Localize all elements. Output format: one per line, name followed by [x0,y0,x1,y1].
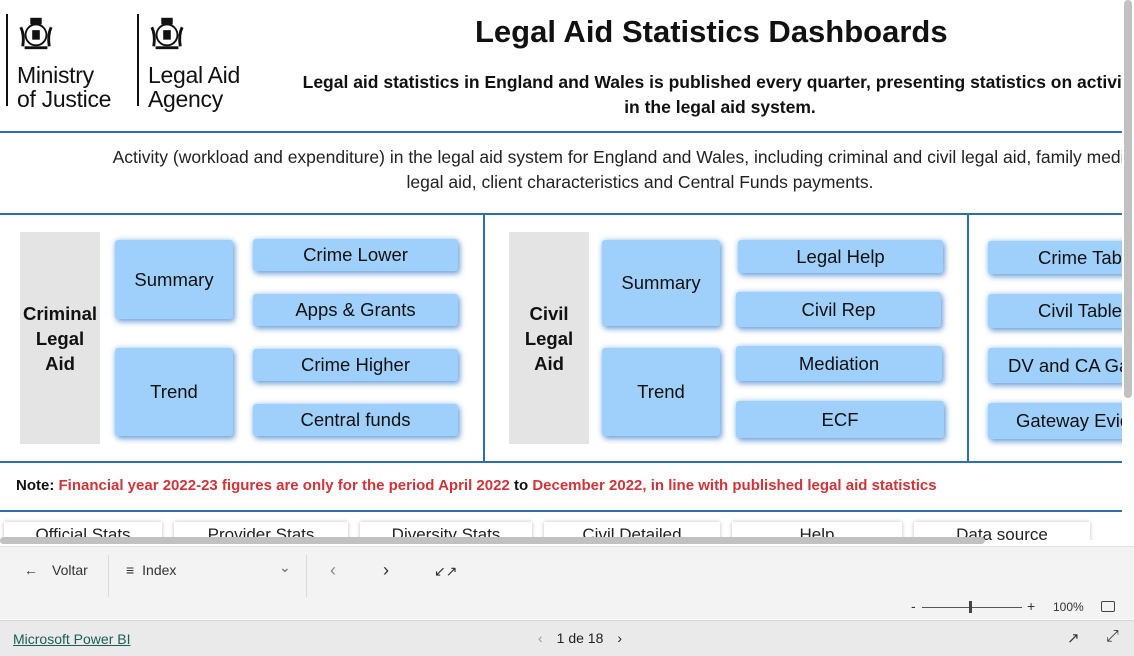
pager-next-icon[interactable]: › [617,630,622,646]
power-bi-link[interactable]: Microsoft Power BI [13,631,130,647]
description-line1: Activity (workload and expenditure) in t… [112,147,1122,167]
note-label: Note: [16,477,55,494]
civil-rep-button[interactable]: Civil Rep [736,292,941,327]
nav-separator [306,555,307,597]
ecf-button[interactable]: ECF [736,401,944,438]
page-subtitle: Legal aid statistics in England and Wale… [285,70,1122,120]
zoom-in-icon[interactable]: + [1027,598,1035,614]
criminal-label-line2: Legal [35,327,85,349]
criminal-label-line3: Aid [45,352,75,374]
description: Activity (workload and expenditure) in t… [20,145,1122,195]
moj-line1: Ministry [17,62,94,88]
zoom-bar: - + 100% [0,597,1134,619]
divider-tabs [0,510,1122,512]
list-icon: ≡ [126,562,135,578]
gateway-evidence-button[interactable]: Gateway Evidence [988,403,1122,439]
moj-logo: Ministry of Justice [6,14,111,111]
criminal-trend-button[interactable]: Trend [115,348,233,436]
pager-prev-icon[interactable]: ‹ [538,630,543,646]
apps-grants-button[interactable]: Apps & Grants [253,294,458,326]
page-indicator: 1 de 18 [556,630,604,646]
mediation-button[interactable]: Mediation [736,346,942,381]
divider-sections-bottom [0,461,1122,463]
index-label: Index [142,562,177,578]
crime-higher-button[interactable]: Crime Higher [253,349,458,381]
chevron-down-icon[interactable]: ⌄ [279,559,291,576]
footer: Microsoft Power BI ‹ 1 de 18 › ↗ ⤢ [0,620,1134,656]
vertical-scrollbar[interactable] [1124,0,1132,398]
nav-separator [108,555,109,597]
arrow-left-icon: ← [24,562,38,578]
civil-trend-button[interactable]: Trend [602,348,720,436]
civil-summary-button[interactable]: Summary [602,240,720,326]
legal-help-button[interactable]: Legal Help [738,240,943,273]
laa-line2: Agency [148,86,223,112]
civil-label-line1: Civil [529,302,569,324]
back-button[interactable]: ← Voltar [24,562,88,578]
zoom-out-icon[interactable]: - [911,598,916,614]
note-text-a: Financial year 2022-23 figures are only … [58,477,510,494]
back-label: Voltar [52,562,88,578]
criminal-label-line1: Criminal [22,302,98,324]
laa-line1: Legal Aid [148,62,240,88]
divider-criminal-civil [483,215,485,461]
criminal-legal-aid-label: Criminal Legal Aid [20,232,100,444]
crime-tables-button[interactable]: Crime Tables [988,241,1122,274]
civil-label-line2: Legal [524,327,574,349]
fit-to-page-icon[interactable] [1101,601,1115,612]
civil-tables-button[interactable]: Civil Tables [988,294,1122,328]
previous-page-icon[interactable]: ‹ [330,560,336,581]
note-text-b: December 2022, in line with published le… [532,477,937,494]
moj-line2: of Justice [17,86,112,112]
next-page-icon[interactable]: › [383,560,389,581]
navigation-bar: ← Voltar ≡ Index ⌄ ‹ › ↙↗ [0,546,1134,597]
collapse-icon[interactable]: ↙↗ [434,563,457,580]
civil-label-line3: Aid [534,352,564,374]
note: Note: Financial year 2022-23 figures are… [16,477,937,494]
royal-crest-icon [19,17,53,50]
central-funds-button[interactable]: Central funds [253,404,458,436]
report-canvas: Ministry of Justice Legal Aid Agency Leg… [0,0,1122,540]
pager: ‹ 1 de 18 › [538,630,622,646]
divider-sections-top [0,213,1122,215]
horizontal-scrollbar[interactable] [0,537,985,544]
index-dropdown[interactable]: ≡ Index [126,562,176,578]
crime-lower-button[interactable]: Crime Lower [253,239,458,271]
description-line2: legal aid, client characteristics and Ce… [406,172,874,192]
subtitle-line2: in the legal aid system. [624,97,816,117]
zoom-slider-thumb[interactable] [969,601,972,613]
subtitle-line1: Legal aid statistics in England and Wale… [302,72,1122,92]
divider-top [0,131,1122,133]
criminal-summary-button[interactable]: Summary [115,240,233,319]
divider-civil-tables [967,215,969,461]
expand-icon[interactable]: ⤢ [1106,628,1119,646]
page-title: Legal Aid Statistics Dashboards [475,14,948,49]
dv-ca-gateway-button[interactable]: DV and CA Gateway [988,348,1122,383]
share-icon[interactable]: ↗ [1067,629,1080,647]
royal-crest-icon [150,17,184,50]
note-to: to [513,477,529,494]
zoom-slider-track[interactable] [922,607,1022,608]
civil-legal-aid-label: Civil Legal Aid [509,232,589,444]
laa-logo: Legal Aid Agency [137,14,240,111]
zoom-level: 100% [1053,600,1084,614]
